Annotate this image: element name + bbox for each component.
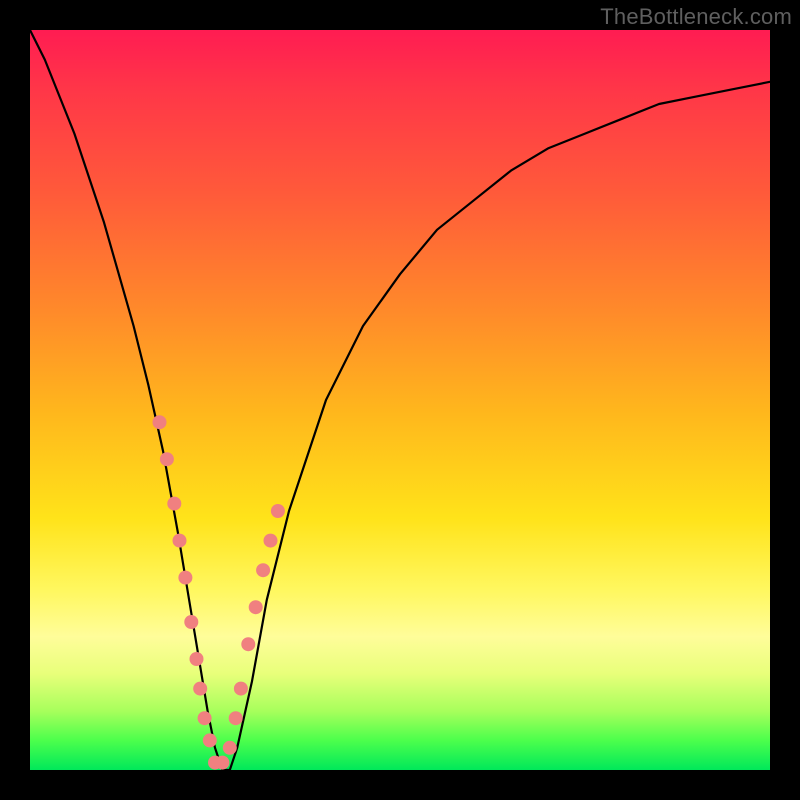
marker-point <box>241 637 255 651</box>
marker-point <box>178 571 192 585</box>
watermark: TheBottleneck.com <box>600 4 792 30</box>
marker-point <box>190 652 204 666</box>
marker-point <box>173 534 187 548</box>
curve-layer <box>30 30 770 770</box>
marker-point <box>229 711 243 725</box>
marker-point <box>223 741 237 755</box>
marker-point <box>184 615 198 629</box>
bottleneck-curve <box>30 30 770 770</box>
marker-point <box>256 563 270 577</box>
marker-point <box>215 756 229 770</box>
marker-point <box>264 534 278 548</box>
chart-frame: TheBottleneck.com <box>0 0 800 800</box>
highlighted-points <box>153 415 285 769</box>
plot-area <box>30 30 770 770</box>
marker-point <box>203 733 217 747</box>
marker-point <box>167 497 181 511</box>
marker-point <box>160 452 174 466</box>
marker-point <box>234 682 248 696</box>
marker-point <box>193 682 207 696</box>
marker-point <box>271 504 285 518</box>
marker-point <box>249 600 263 614</box>
marker-point <box>198 711 212 725</box>
marker-point <box>153 415 167 429</box>
